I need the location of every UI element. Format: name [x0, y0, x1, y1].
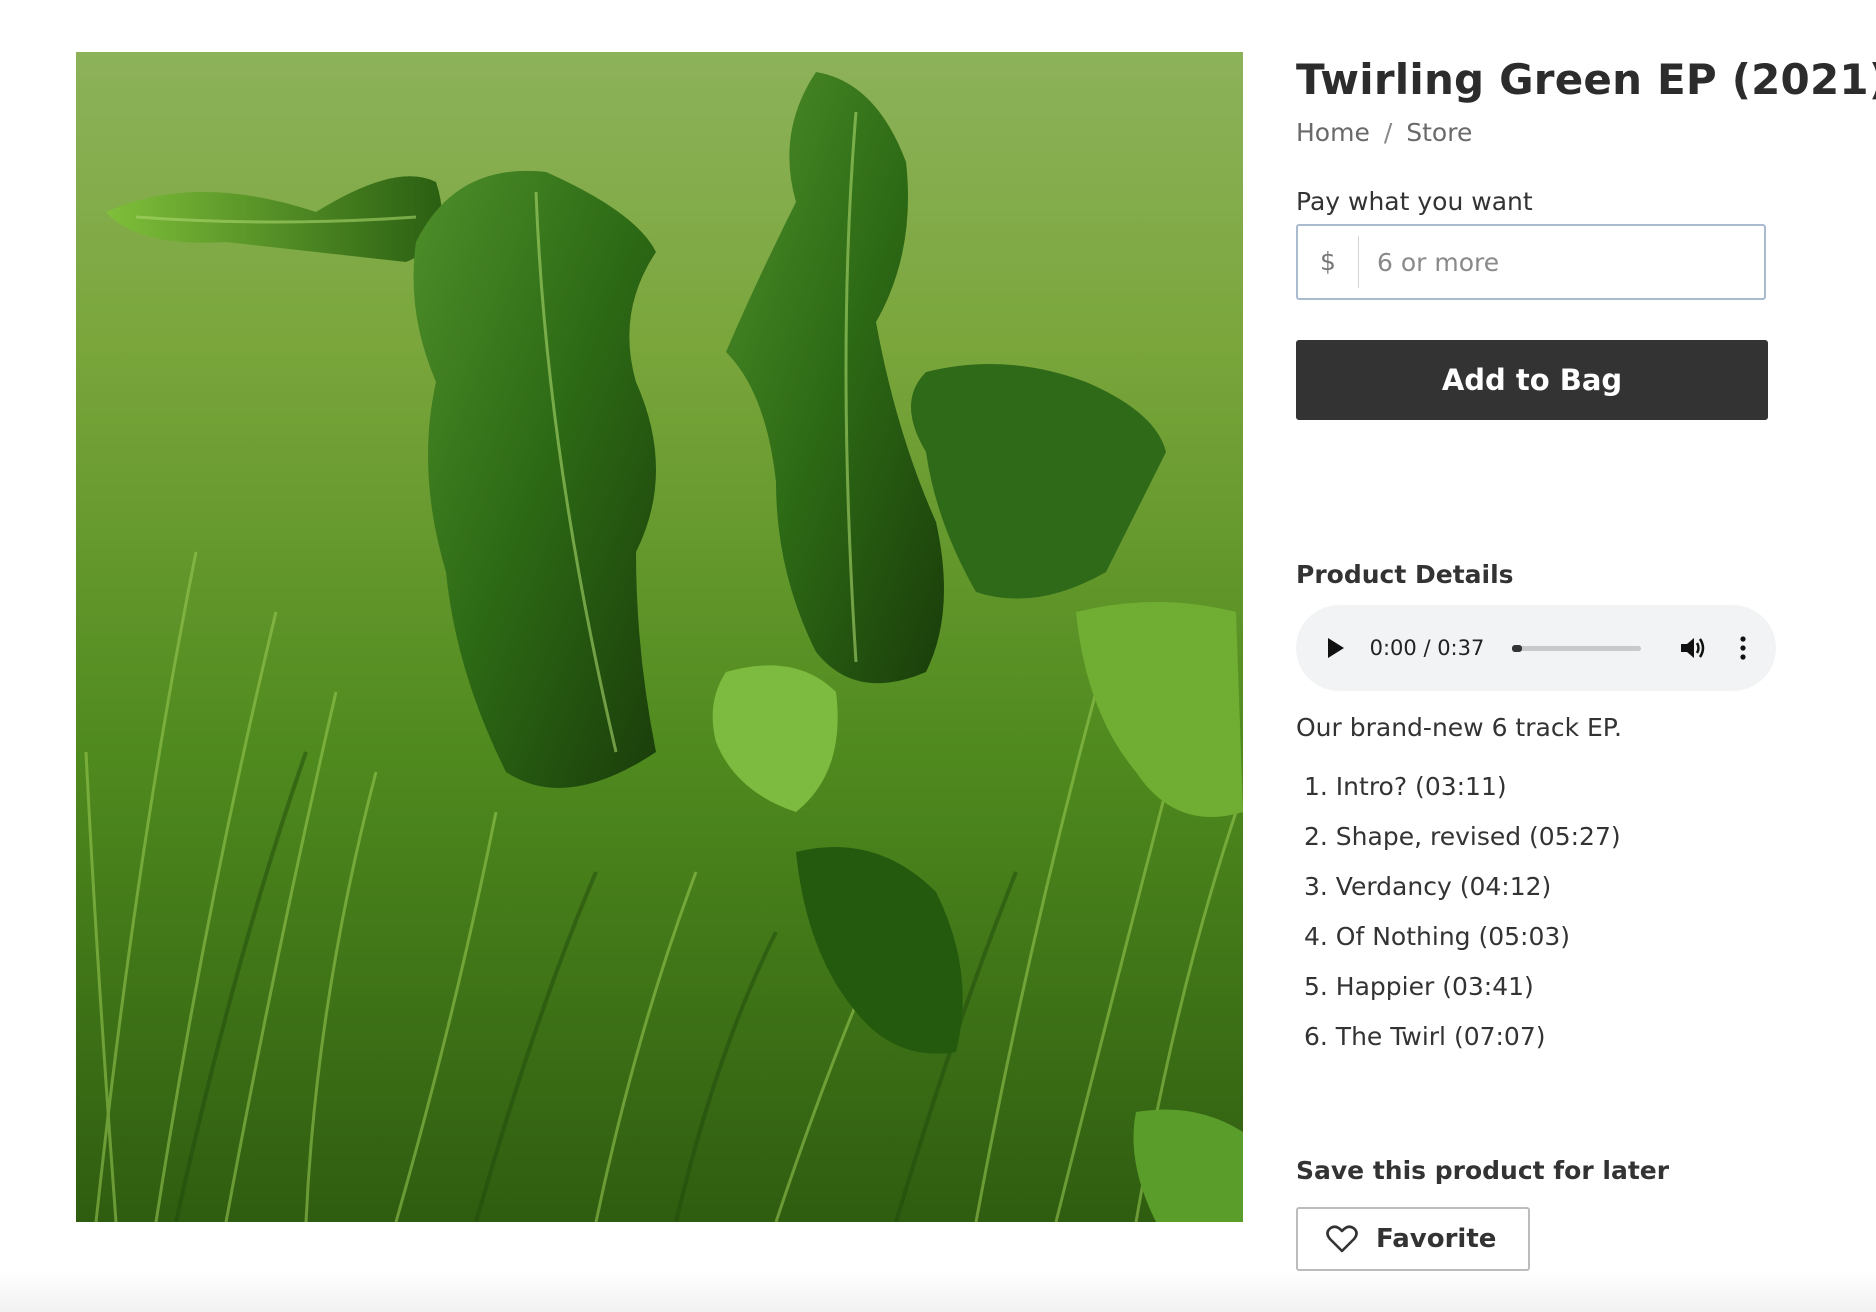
price-field: $ [1296, 224, 1766, 300]
audio-progress-knob[interactable] [1512, 644, 1523, 652]
price-input[interactable] [1359, 231, 1764, 293]
favorite-label: Favorite [1376, 1224, 1497, 1254]
volume-icon[interactable] [1679, 633, 1709, 663]
tracklist: 1. Intro? (03:11) 2. Shape, revised (05:… [1296, 762, 1856, 1062]
breadcrumb: Home / Store [1296, 118, 1856, 147]
breadcrumb-store-link[interactable]: Store [1406, 118, 1472, 147]
audio-progress-bar[interactable] [1512, 644, 1641, 652]
track-item: 1. Intro? (03:11) [1304, 772, 1507, 801]
add-to-bag-button[interactable]: Add to Bag [1296, 340, 1768, 420]
price-label: Pay what you want [1296, 187, 1533, 216]
product-description: Our brand-new 6 track EP. [1296, 713, 1622, 742]
product-image [76, 52, 1243, 1222]
track-item: 6. The Twirl (07:07) [1304, 1022, 1546, 1051]
album-cover-illustration [76, 52, 1243, 1222]
product-title: Twirling Green EP (2021) [1296, 55, 1876, 104]
currency-prefix: $ [1298, 236, 1359, 288]
breadcrumb-home-link[interactable]: Home [1296, 118, 1370, 147]
page-bottom-fade [0, 1272, 1876, 1312]
favorite-button[interactable]: Favorite [1296, 1207, 1530, 1271]
product-details-heading: Product Details [1296, 560, 1514, 589]
more-options-icon[interactable] [1738, 633, 1748, 663]
heart-outline-icon [1326, 1225, 1358, 1253]
track-item: 3. Verdancy (04:12) [1304, 872, 1552, 901]
track-item: 5. Happier (03:41) [1304, 972, 1534, 1001]
audio-player: 0:00 / 0:37 [1296, 605, 1776, 691]
audio-time: 0:00 / 0:37 [1369, 636, 1485, 660]
save-for-later-heading: Save this product for later [1296, 1156, 1670, 1185]
play-icon[interactable] [1326, 634, 1354, 662]
breadcrumb-separator: / [1383, 118, 1393, 147]
track-item: 2. Shape, revised (05:27) [1304, 822, 1621, 851]
track-item: 4. Of Nothing (05:03) [1304, 922, 1571, 951]
product-details-panel: Twirling Green EP (2021) Home / Store Pa… [1296, 52, 1876, 1271]
